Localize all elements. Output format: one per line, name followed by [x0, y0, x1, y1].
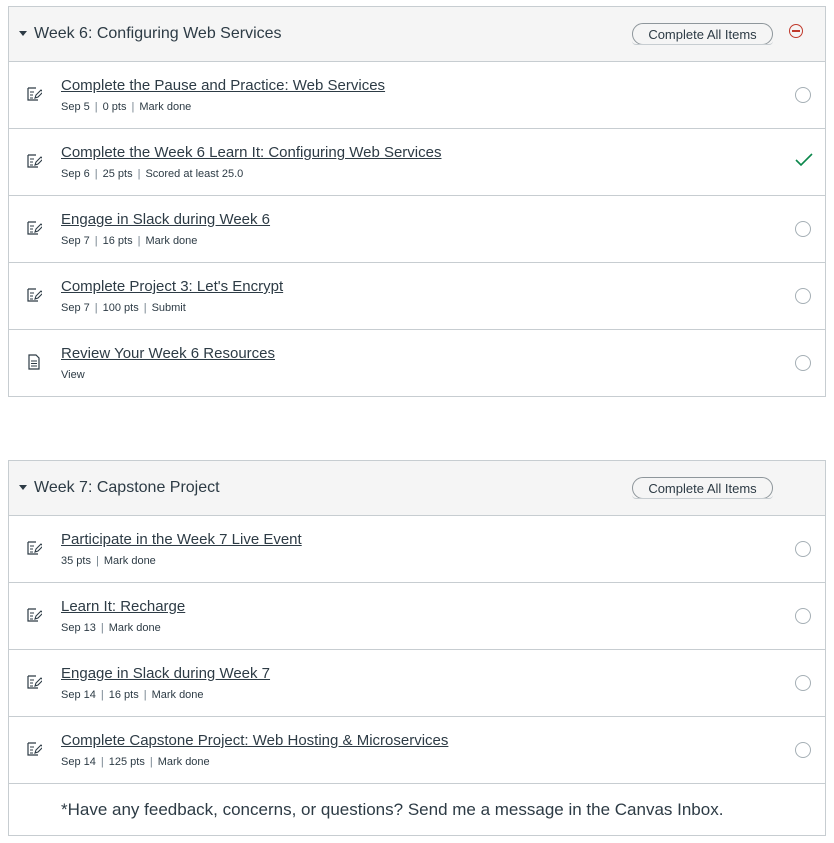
incomplete-circle-icon	[795, 288, 811, 304]
item-title-link[interactable]: Participate in the Week 7 Live Event	[61, 531, 302, 548]
item-points: 125 pts	[108, 756, 145, 768]
item-meta: Sep 5 | 0 pts | Mark done	[61, 101, 192, 113]
item-date: Sep 14	[61, 756, 96, 768]
incomplete-circle-icon	[795, 355, 811, 371]
item-title-link[interactable]: Engage in Slack during Week 7	[61, 665, 270, 682]
item-title-link[interactable]: Learn It: Recharge	[61, 598, 185, 615]
module-week-6: Week 6: Configuring Web Services Complet…	[8, 6, 826, 397]
item-date: Sep 13	[61, 622, 96, 634]
item-requirement: View	[61, 369, 85, 381]
item-meta: Sep 14 | 125 pts | Mark done	[61, 756, 210, 768]
module-item: Complete the Pause and Practice: Web Ser…	[9, 62, 825, 129]
item-meta: View	[61, 369, 85, 381]
module-item: Complete Project 3: Let's Encrypt Sep 7 |…	[9, 263, 825, 330]
item-date: Sep 5	[61, 101, 90, 113]
incomplete-circle-icon	[795, 221, 811, 237]
module-item: Engage in Slack during Week 6 Sep 7 | 16 p…	[9, 196, 825, 263]
item-requirement: Mark done	[145, 235, 198, 247]
module-item: Complete Capstone Project: Web Hosting &…	[9, 717, 825, 784]
checkmark-icon	[795, 153, 813, 167]
item-points: 35 pts	[61, 555, 91, 567]
assignment-icon	[27, 154, 42, 168]
item-date: Sep 6	[61, 168, 90, 180]
item-requirement: Mark done	[139, 101, 192, 113]
item-meta: Sep 7 | 16 pts | Mark done	[61, 235, 198, 247]
module-title: Week 7: Capstone Project	[34, 479, 220, 496]
module-week-7: Week 7: Capstone Project Complete All It…	[8, 460, 826, 836]
feedback-text: *Have any feedback, concerns, or questio…	[61, 800, 724, 819]
item-title-link[interactable]: Complete Project 3: Let's Encrypt	[61, 278, 283, 295]
module-header[interactable]: Week 6: Configuring Web Services Complet…	[9, 7, 825, 62]
caret-down-icon[interactable]	[19, 31, 27, 36]
item-points: 100 pts	[102, 302, 139, 314]
item-requirement: Mark done	[108, 622, 161, 634]
item-requirement: Mark done	[103, 555, 156, 567]
incomplete-circle-icon	[795, 541, 811, 557]
item-requirement: Scored at least 25.0	[145, 168, 244, 180]
module-header[interactable]: Week 7: Capstone Project Complete All It…	[9, 461, 825, 516]
incomplete-circle-icon	[795, 742, 811, 758]
item-requirement: Mark done	[151, 689, 204, 701]
minus-circle-icon	[789, 24, 803, 38]
item-points: 16 pts	[108, 689, 139, 701]
item-requirement: Mark done	[157, 756, 210, 768]
item-points: 16 pts	[102, 235, 133, 247]
item-title-link[interactable]: Complete the Pause and Practice: Web Ser…	[61, 77, 385, 94]
incomplete-circle-icon	[795, 608, 811, 624]
assignment-icon	[27, 541, 42, 555]
item-date: Sep 7	[61, 235, 90, 247]
item-title-link[interactable]: Review Your Week 6 Resources	[61, 345, 275, 362]
item-meta: Sep 13 | Mark done	[61, 622, 161, 634]
incomplete-circle-icon	[795, 87, 811, 103]
feedback-note: *Have any feedback, concerns, or questio…	[9, 784, 825, 836]
module-item: Review Your Week 6 Resources View	[9, 330, 825, 397]
item-title-link[interactable]: Complete Capstone Project: Web Hosting &…	[61, 732, 448, 749]
item-meta: Sep 6 | 25 pts | Scored at least 25.0	[61, 168, 244, 180]
assignment-icon	[27, 288, 42, 302]
item-date: Sep 7	[61, 302, 90, 314]
incomplete-circle-icon	[795, 675, 811, 691]
assignment-icon	[27, 675, 42, 689]
assignment-icon	[27, 221, 42, 235]
module-title: Week 6: Configuring Web Services	[34, 25, 282, 42]
module-item: Learn It: Recharge Sep 13 | Mark done	[9, 583, 825, 650]
complete-all-items-button[interactable]: Complete All Items	[632, 477, 773, 499]
module-item: Complete the Week 6 Learn It: Configurin…	[9, 129, 825, 196]
page-icon	[28, 354, 40, 370]
module-item: Engage in Slack during Week 7 Sep 14 | 16 …	[9, 650, 825, 717]
item-meta: Sep 14 | 16 pts | Mark done	[61, 689, 204, 701]
item-title-link[interactable]: Engage in Slack during Week 6	[61, 211, 270, 228]
assignment-icon	[27, 742, 42, 756]
item-title-link[interactable]: Complete the Week 6 Learn It: Configurin…	[61, 144, 441, 161]
item-points: 0 pts	[102, 101, 127, 113]
item-points: 25 pts	[102, 168, 133, 180]
item-meta: Sep 7 | 100 pts | Submit	[61, 302, 186, 314]
complete-all-items-button[interactable]: Complete All Items	[632, 23, 773, 45]
assignment-icon	[27, 608, 42, 622]
module-item: Participate in the Week 7 Live Event 35 …	[9, 516, 825, 583]
caret-down-icon[interactable]	[19, 485, 27, 490]
item-meta: 35 pts | Mark done	[61, 555, 156, 567]
item-date: Sep 14	[61, 689, 96, 701]
assignment-icon	[27, 87, 42, 101]
item-requirement: Submit	[151, 302, 186, 314]
